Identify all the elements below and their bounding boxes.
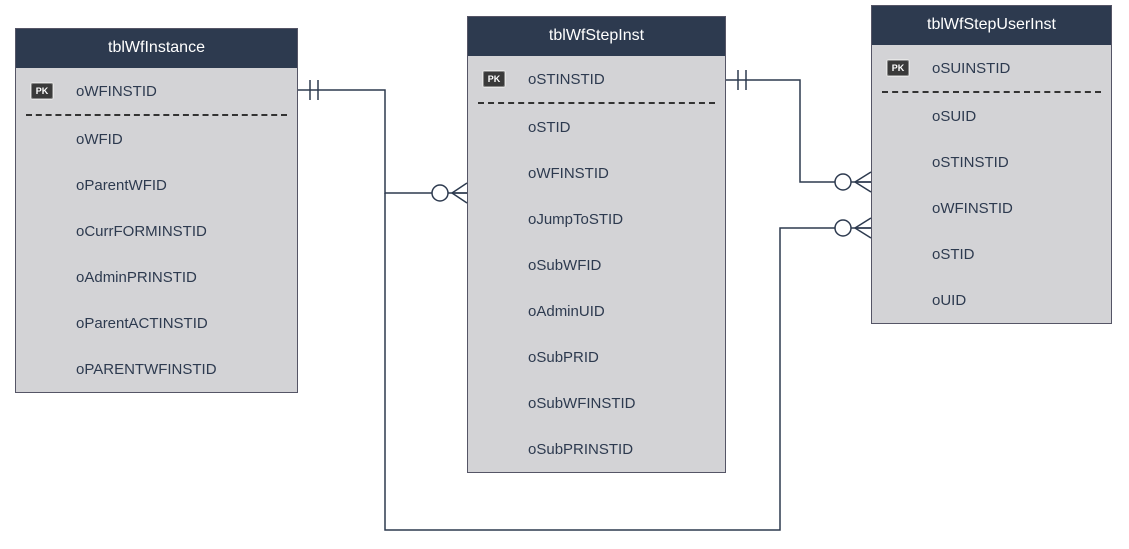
- pk-icon: [886, 59, 910, 77]
- column-name: oWFID: [76, 131, 123, 148]
- column-row: oSTID: [872, 231, 1111, 277]
- column-row: oWFINSTID: [468, 150, 725, 196]
- column-name: oPARENTWFINSTID: [76, 361, 217, 378]
- column-name: oSUINSTID: [932, 60, 1010, 77]
- column-row: oSubPRID: [468, 334, 725, 380]
- column-name: oSTINSTID: [932, 154, 1009, 171]
- column-row: oSubWFINSTID: [468, 380, 725, 426]
- pk-icon: [482, 70, 506, 88]
- column-name: oAdminPRINSTID: [76, 269, 197, 286]
- entity-body: oSUINSTID oSUID oSTINSTID oWFINSTID oSTI…: [872, 45, 1111, 323]
- column-name: oCurrFORMINSTID: [76, 223, 207, 240]
- column-name: oSTID: [528, 119, 571, 136]
- entity-title: tblWfStepUserInst: [872, 6, 1111, 45]
- column-row: oCurrFORMINSTID: [16, 208, 297, 254]
- entity-body: oWFINSTID oWFID oParentWFID oCurrFORMINS…: [16, 68, 297, 392]
- entity-tblwfstepinst: tblWfStepInst oSTINSTID oSTID oWFINSTID …: [467, 16, 726, 473]
- column-row: oParentACTINSTID: [16, 300, 297, 346]
- entity-title: tblWfInstance: [16, 29, 297, 68]
- column-row: oAdminUID: [468, 288, 725, 334]
- column-name: oParentACTINSTID: [76, 315, 208, 332]
- column-name: oParentWFID: [76, 177, 167, 194]
- column-row: oWFINSTID: [872, 185, 1111, 231]
- column-name: oWFINSTID: [76, 83, 157, 100]
- column-row: oWFID: [16, 116, 297, 162]
- column-name: oSTID: [932, 246, 975, 263]
- column-row: oSubPRINSTID: [468, 426, 725, 472]
- entity-tblwfstepuserinst: tblWfStepUserInst oSUINSTID oSUID oSTINS…: [871, 5, 1112, 324]
- column-row: oAdminPRINSTID: [16, 254, 297, 300]
- column-row: oSTINSTID: [872, 139, 1111, 185]
- pk-icon: [30, 82, 54, 100]
- entity-body: oSTINSTID oSTID oWFINSTID oJumpToSTID oS…: [468, 56, 725, 472]
- column-name: oJumpToSTID: [528, 211, 623, 228]
- column-row: oSTID: [468, 104, 725, 150]
- column-row: oParentWFID: [16, 162, 297, 208]
- column-row: oSTINSTID: [468, 56, 725, 102]
- column-name: oSUID: [932, 108, 976, 125]
- column-name: oSTINSTID: [528, 71, 605, 88]
- relation-wfinstance-to-wfstepinst: [298, 80, 467, 203]
- column-row: oSubWFID: [468, 242, 725, 288]
- column-row: oPARENTWFINSTID: [16, 346, 297, 392]
- column-name: oWFINSTID: [528, 165, 609, 182]
- column-row: oJumpToSTID: [468, 196, 725, 242]
- column-row: oWFINSTID: [16, 68, 297, 114]
- column-name: oSubWFINSTID: [528, 395, 636, 412]
- column-row: oSUID: [872, 93, 1111, 139]
- entity-title: tblWfStepInst: [468, 17, 725, 56]
- column-name: oUID: [932, 292, 966, 309]
- column-name: oSubPRINSTID: [528, 441, 633, 458]
- column-name: oSubWFID: [528, 257, 601, 274]
- column-name: oWFINSTID: [932, 200, 1013, 217]
- column-row: oSUINSTID: [872, 45, 1111, 91]
- column-name: oSubPRID: [528, 349, 599, 366]
- relation-wfstepinst-to-wfstepuserinst: [726, 70, 871, 192]
- column-name: oAdminUID: [528, 303, 605, 320]
- entity-tblwfinstance: tblWfInstance oWFINSTID oWFID oParentWFI…: [15, 28, 298, 393]
- column-row: oUID: [872, 277, 1111, 323]
